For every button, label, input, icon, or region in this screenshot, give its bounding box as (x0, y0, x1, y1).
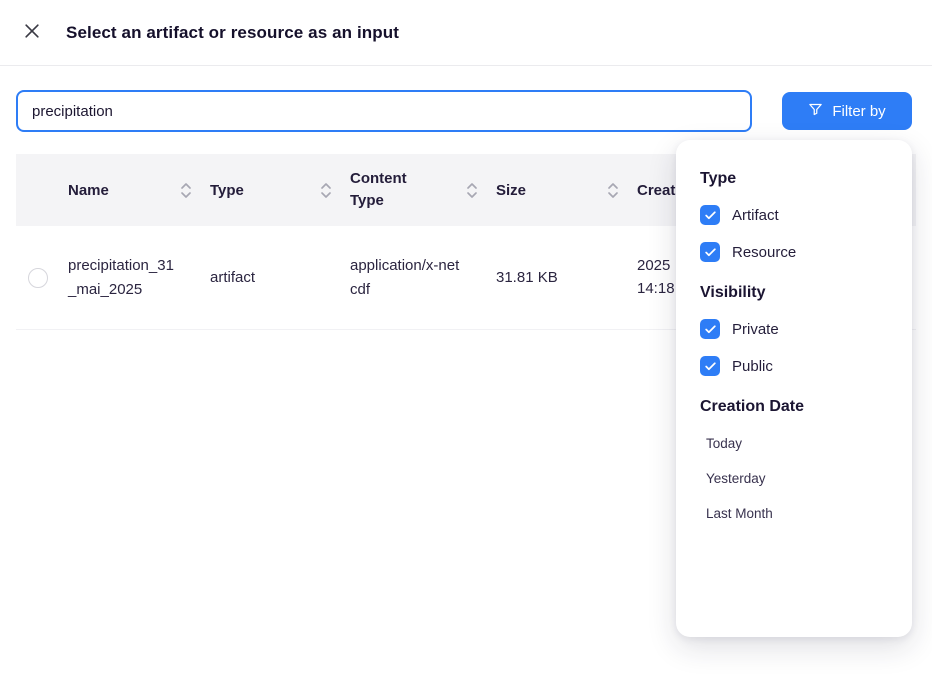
close-button[interactable] (18, 19, 46, 47)
sort-arrows-icon[interactable] (320, 182, 332, 199)
filter-option-label: Private (732, 321, 779, 338)
modal-header: Select an artifact or resource as an inp… (0, 0, 932, 66)
filter-section-creation-date: Creation Date Today Yesterday Last Month (700, 398, 888, 521)
filter-option-resource[interactable]: Resource (700, 242, 888, 262)
filter-option-label: Artifact (732, 207, 779, 224)
select-artifact-modal: Select an artifact or resource as an inp… (0, 0, 932, 330)
artifact-content-type: application/x-netcdf (350, 254, 462, 301)
radio-button[interactable] (28, 268, 48, 288)
sort-arrows-icon[interactable] (180, 182, 192, 199)
column-header-type[interactable]: Type (210, 154, 350, 226)
filter-by-label: Filter by (832, 103, 885, 120)
toolbar: Filter by (0, 66, 932, 146)
filter-section-title: Type (700, 170, 888, 188)
filter-date-today[interactable]: Today (700, 436, 888, 451)
checkbox-checked-icon[interactable] (700, 205, 720, 225)
filter-by-button[interactable]: Filter by (782, 92, 912, 130)
checkbox-checked-icon[interactable] (700, 319, 720, 339)
column-header-label: Content Type (350, 168, 422, 212)
modal-title: Select an artifact or resource as an inp… (66, 23, 399, 43)
row-name-cell: precipitation_31_mai_2025 (68, 254, 210, 301)
column-header-name[interactable]: Name (68, 154, 210, 226)
row-content-type-cell: application/x-netcdf (350, 254, 496, 301)
filter-date-last-month[interactable]: Last Month (700, 506, 888, 521)
checkbox-checked-icon[interactable] (700, 242, 720, 262)
filter-option-label: Public (732, 358, 773, 375)
column-header-label: Name (68, 182, 109, 199)
filter-option-public[interactable]: Public (700, 356, 888, 376)
sort-arrows-icon[interactable] (466, 182, 478, 199)
filter-section-type: Type Artifact Resource (700, 170, 888, 262)
column-header-label: Type (210, 182, 244, 199)
column-header-size[interactable]: Size (496, 154, 637, 226)
close-icon (22, 21, 42, 44)
row-type-cell: artifact (210, 269, 350, 286)
filter-option-artifact[interactable]: Artifact (700, 205, 888, 225)
row-select-cell (16, 268, 68, 288)
filter-option-private[interactable]: Private (700, 319, 888, 339)
filter-option-label: Resource (732, 244, 796, 261)
artifact-size: 31.81 KB (496, 269, 558, 286)
search-input[interactable] (16, 90, 752, 132)
checkbox-checked-icon[interactable] (700, 356, 720, 376)
sort-arrows-icon[interactable] (607, 182, 619, 199)
filter-date-yesterday[interactable]: Yesterday (700, 471, 888, 486)
row-size-cell: 31.81 KB (496, 269, 637, 286)
filter-section-title: Creation Date (700, 398, 888, 416)
artifact-name: precipitation_31_mai_2025 (68, 254, 180, 301)
filter-funnel-icon (808, 102, 823, 121)
column-header-select (16, 154, 68, 226)
filter-section-visibility: Visibility Private Public (700, 284, 888, 376)
column-header-label: Size (496, 182, 526, 199)
artifact-type: artifact (210, 269, 255, 286)
column-header-content-type[interactable]: Content Type (350, 154, 496, 226)
filter-panel: Type Artifact Resource Visibility Pri (676, 140, 912, 637)
filter-section-title: Visibility (700, 284, 888, 302)
